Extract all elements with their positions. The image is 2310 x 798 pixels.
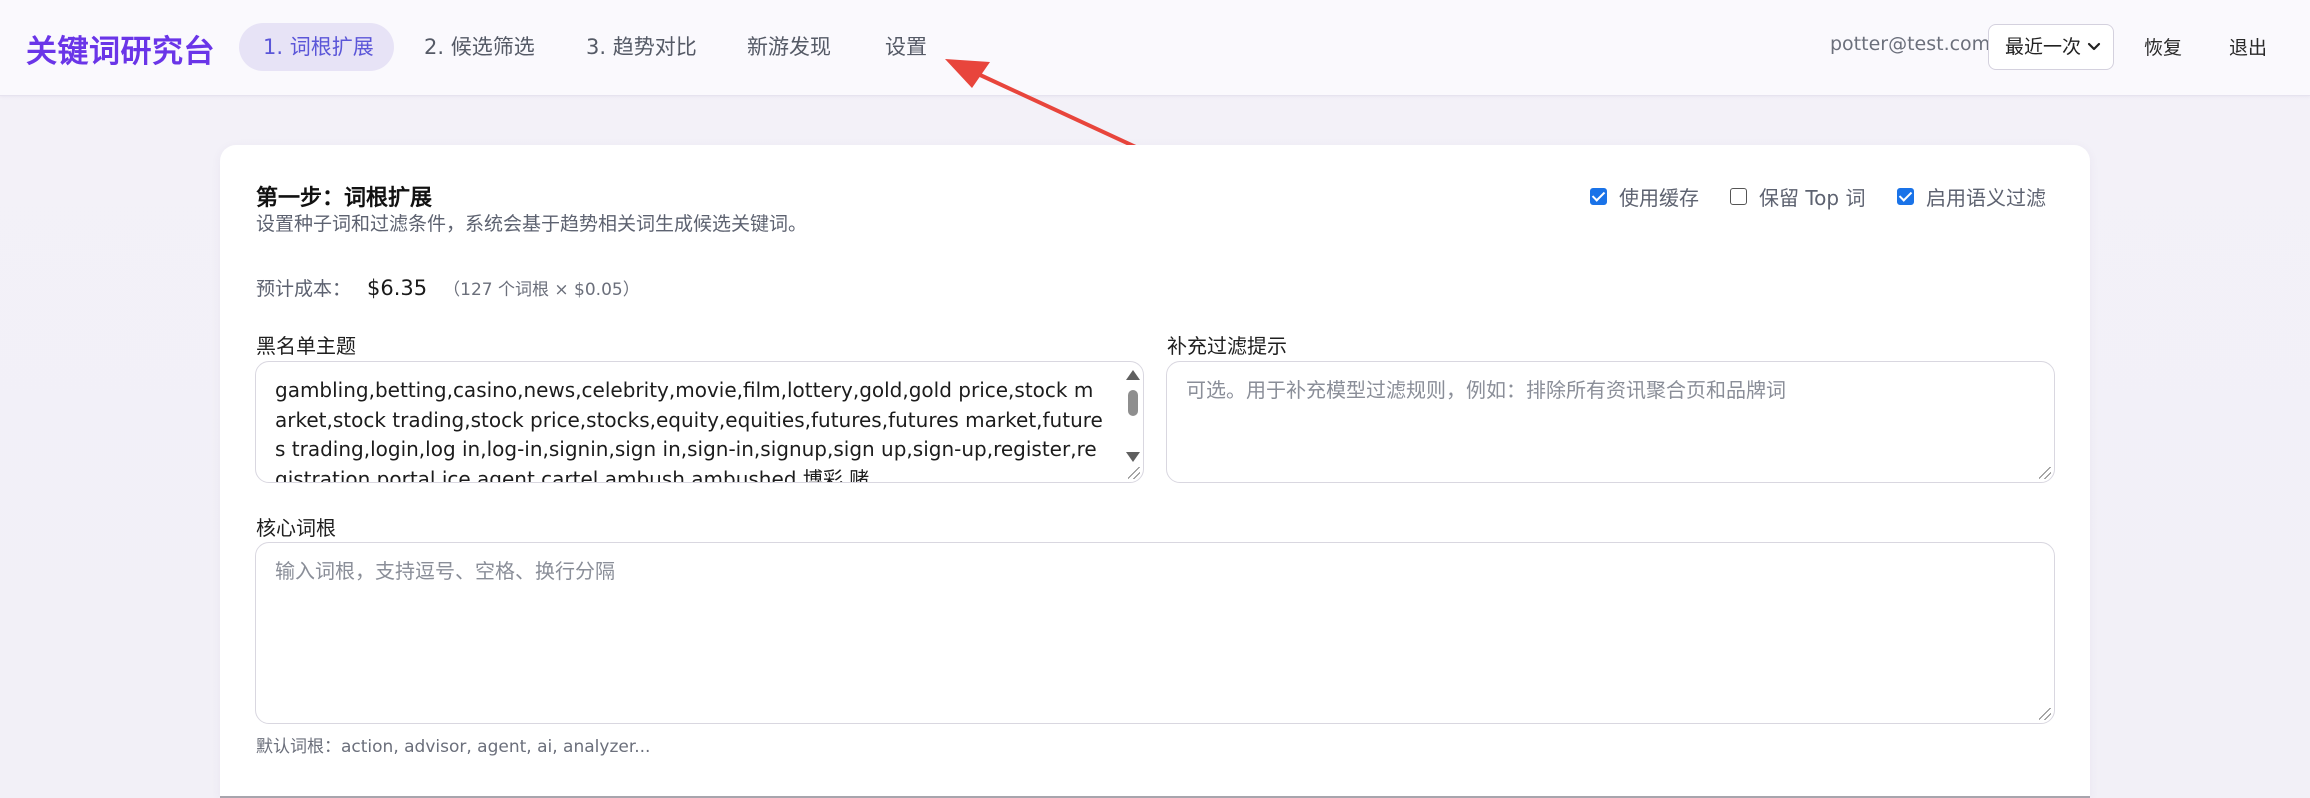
tab-trend-compare[interactable]: 3. 趋势对比: [562, 23, 721, 71]
scroll-down-arrow-icon[interactable]: [1126, 452, 1140, 462]
history-select-value: 最近一次: [2005, 36, 2082, 58]
keep-top-option[interactable]: 保留 Top 词: [1730, 182, 1865, 211]
app-title: 关键词研究台: [26, 34, 215, 70]
keep-top-checkbox[interactable]: [1730, 188, 1747, 205]
semantic-filter-label: 启用语义过滤: [1926, 186, 2046, 210]
semantic-filter-option[interactable]: 启用语义过滤: [1897, 182, 2046, 211]
core-roots-textarea[interactable]: 输入词根，支持逗号、空格、换行分隔: [255, 542, 2055, 724]
extra-filter-label: 补充过滤提示: [1167, 334, 1287, 358]
core-roots-placeholder: 输入词根，支持逗号、空格、换行分隔: [275, 559, 615, 583]
user-email: potter@test.com: [1830, 33, 1991, 55]
estimated-cost: 预计成本： $6.35 （127 个词根 × $0.05）: [256, 274, 640, 301]
history-select[interactable]: 最近一次: [1988, 24, 2114, 70]
semantic-filter-checkbox[interactable]: [1897, 188, 1914, 205]
resize-handle-icon[interactable]: [2039, 708, 2051, 720]
keep-top-label: 保留 Top 词: [1759, 186, 1866, 210]
scroll-thumb[interactable]: [1128, 390, 1138, 416]
tab-new-game-discovery[interactable]: 新游发现: [723, 23, 855, 71]
step-card: 第一步：词根扩展 设置种子词和过滤条件，系统会基于趋势相关词生成候选关键词。 使…: [220, 145, 2090, 798]
default-roots-hint: 默认词根：action, advisor, agent, ai, analyze…: [256, 737, 651, 757]
core-roots-label: 核心词根: [256, 516, 336, 540]
scroll-up-arrow-icon[interactable]: [1126, 370, 1140, 380]
cost-detail: （127 个词根 × $0.05）: [443, 280, 640, 300]
blacklist-label: 黑名单主题: [256, 334, 356, 358]
restore-button[interactable]: 恢复: [2144, 33, 2182, 60]
blacklist-value: gambling,betting,casino,news,celebrity,m…: [275, 378, 1103, 483]
logout-button[interactable]: 退出: [2229, 33, 2267, 60]
blacklist-scrollbar[interactable]: [1123, 364, 1141, 476]
use-cache-option[interactable]: 使用缓存: [1590, 182, 1699, 211]
resize-handle-icon[interactable]: [2039, 467, 2051, 479]
use-cache-checkbox[interactable]: [1590, 188, 1607, 205]
extra-filter-textarea[interactable]: 可选。用于补充模型过滤规则，例如：排除所有资讯聚合页和品牌词: [1166, 361, 2055, 483]
cost-label: 预计成本：: [256, 278, 352, 300]
step-title: 第一步：词根扩展: [256, 186, 433, 211]
tab-settings[interactable]: 设置: [861, 23, 951, 71]
extra-filter-placeholder: 可选。用于补充模型过滤规则，例如：排除所有资讯聚合页和品牌词: [1186, 378, 1786, 402]
use-cache-label: 使用缓存: [1619, 186, 1699, 210]
top-navigation-bar: 关键词研究台 1. 词根扩展 2. 候选筛选 3. 趋势对比 新游发现 设置 p…: [0, 0, 2310, 96]
tab-candidate-filter[interactable]: 2. 候选筛选: [400, 23, 559, 71]
blacklist-textarea[interactable]: gambling,betting,casino,news,celebrity,m…: [255, 361, 1144, 483]
cost-value: $6.35: [367, 276, 428, 300]
tab-root-expansion[interactable]: 1. 词根扩展: [239, 23, 394, 71]
chevron-down-icon: [2087, 25, 2101, 86]
resize-handle-icon[interactable]: [1128, 467, 1140, 479]
step-description: 设置种子词和过滤条件，系统会基于趋势相关词生成候选关键词。: [256, 213, 808, 235]
